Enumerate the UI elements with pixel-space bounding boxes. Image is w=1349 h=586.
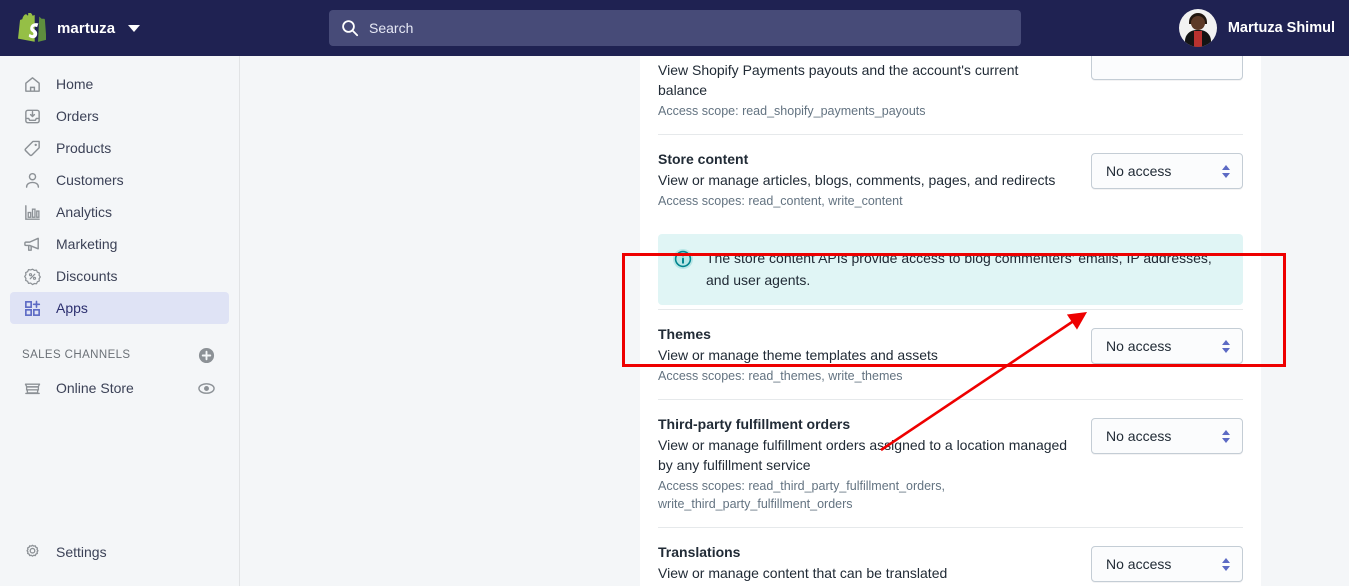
access-select-control[interactable]: No access: [1091, 328, 1243, 364]
account-name: Martuza Shimul: [1227, 20, 1335, 36]
sidebar-item-home[interactable]: Home: [10, 68, 229, 100]
permission-row: View Shopify Payments payouts and the ac…: [640, 56, 1261, 134]
select-stepper-arrows-icon: [1220, 557, 1232, 571]
marketing-megaphone-icon: [22, 234, 42, 254]
permission-row-third-party-fulfillment: Third-party fulfillment orders View or m…: [640, 400, 1261, 527]
sidebar-item-analytics[interactable]: Analytics: [10, 196, 229, 228]
store-switcher[interactable]: martuza: [0, 0, 240, 56]
sidebar-item-label: Orders: [56, 108, 99, 124]
sales-channels-title: SALES CHANNELS: [22, 349, 131, 361]
permission-scope: Access scopes: read_themes, write_themes: [658, 369, 903, 383]
apps-grid-plus-icon: [22, 298, 42, 318]
sidebar-item-label: Analytics: [56, 204, 113, 220]
access-select-control[interactable]: No access: [1091, 153, 1243, 189]
sidebar-item-label: Apps: [56, 300, 88, 316]
sales-channels-section-header: SALES CHANNELS: [10, 342, 229, 368]
sidebar-item-label: Home: [56, 76, 94, 92]
search-input[interactable]: Search: [329, 10, 1021, 46]
access-select-control[interactable]: No access: [1091, 546, 1243, 582]
permission-title: Translations: [658, 544, 741, 560]
access-select-value: No access: [1106, 428, 1172, 444]
permission-description: View or manage theme templates and asset…: [658, 347, 938, 363]
info-circle-icon: [672, 248, 694, 275]
permission-row-translations: Translations View or manage content that…: [640, 528, 1261, 586]
sidebar-item-label: Settings: [56, 544, 107, 560]
select-stepper-arrows-icon: [1220, 429, 1232, 443]
shopify-bag-icon: [18, 12, 47, 43]
analytics-bars-icon: [22, 202, 42, 222]
access-select-control[interactable]: [1091, 56, 1243, 80]
main-content: View Shopify Payments payouts and the ac…: [241, 56, 1349, 586]
access-select-control[interactable]: No access: [1091, 418, 1243, 454]
sidebar-item-products[interactable]: Products: [10, 132, 229, 164]
select-stepper-arrows-icon: [1220, 164, 1232, 178]
top-bar: martuza Search Martuza Shimul: [0, 0, 1349, 56]
eye-view-icon[interactable]: [198, 380, 215, 397]
permission-description: View or manage articles, blogs, comments…: [658, 172, 1056, 188]
customer-person-icon: [22, 170, 42, 190]
store-name: martuza: [57, 19, 116, 37]
sidebar-item-label: Products: [56, 140, 112, 156]
access-select-value: No access: [1106, 163, 1172, 179]
permission-scope: Access scopes: read_third_party_fulfillm…: [658, 479, 945, 511]
permission-row-store-content: Store content View or manage articles, b…: [640, 135, 1261, 224]
sidebar-item-online-store[interactable]: Online Store: [10, 372, 229, 404]
search-placeholder: Search: [369, 20, 414, 36]
permission-row-themes: Themes View or manage theme templates an…: [640, 310, 1261, 399]
permission-title: Themes: [658, 326, 711, 342]
sidebar-item-label: Customers: [56, 172, 124, 188]
sidebar-item-label: Online Store: [56, 380, 134, 396]
home-icon: [22, 74, 42, 94]
store-content-info-banner: The store content APIs provide access to…: [658, 234, 1243, 305]
permission-scope: Access scopes: read_content, write_conte…: [658, 194, 903, 208]
store-content-access-select[interactable]: No access: [1091, 153, 1243, 189]
themes-access-select[interactable]: No access: [1091, 328, 1243, 364]
permission-description: View or manage content that can be trans…: [658, 565, 948, 581]
gear-icon: [22, 542, 42, 562]
permission-title: Third-party fulfillment orders: [658, 416, 851, 432]
chevron-down-icon: [128, 24, 141, 32]
permission-title: Store content: [658, 151, 749, 167]
api-permissions-card: View Shopify Payments payouts and the ac…: [640, 56, 1261, 586]
sidebar-item-discounts[interactable]: Discounts: [10, 260, 229, 292]
storefront-icon: [22, 378, 42, 398]
info-banner-text: The store content APIs provide access to…: [706, 250, 1212, 288]
translations-access-select[interactable]: No access: [1091, 546, 1243, 582]
sidebar-item-marketing[interactable]: Marketing: [10, 228, 229, 260]
search-icon: [341, 19, 359, 37]
access-select-value: No access: [1106, 338, 1172, 354]
permission-access-select[interactable]: [1091, 56, 1243, 80]
plus-circle-icon[interactable]: [198, 347, 215, 364]
account-menu[interactable]: Martuza Shimul: [1178, 9, 1335, 47]
permission-description: View or manage fulfillment orders assign…: [658, 437, 1068, 473]
avatar: [1178, 9, 1217, 47]
sidebar: Home Orders Products Customers Analytics…: [0, 56, 240, 586]
permission-description: View Shopify Payments payouts and the ac…: [658, 62, 1019, 98]
access-select-value: No access: [1106, 556, 1172, 572]
orders-inbox-icon: [22, 106, 42, 126]
discount-percent-icon: [22, 266, 42, 286]
permission-scope: Access scope: read_shopify_payments_payo…: [658, 104, 926, 118]
sidebar-item-settings[interactable]: Settings: [10, 536, 230, 568]
sidebar-item-label: Marketing: [56, 236, 118, 252]
select-stepper-arrows-icon: [1220, 339, 1232, 353]
sidebar-item-label: Discounts: [56, 268, 118, 284]
product-tag-icon: [22, 138, 42, 158]
sidebar-item-orders[interactable]: Orders: [10, 100, 229, 132]
sidebar-item-customers[interactable]: Customers: [10, 164, 229, 196]
sidebar-item-apps[interactable]: Apps: [10, 292, 229, 324]
third-party-fulfillment-access-select[interactable]: No access: [1091, 418, 1243, 454]
